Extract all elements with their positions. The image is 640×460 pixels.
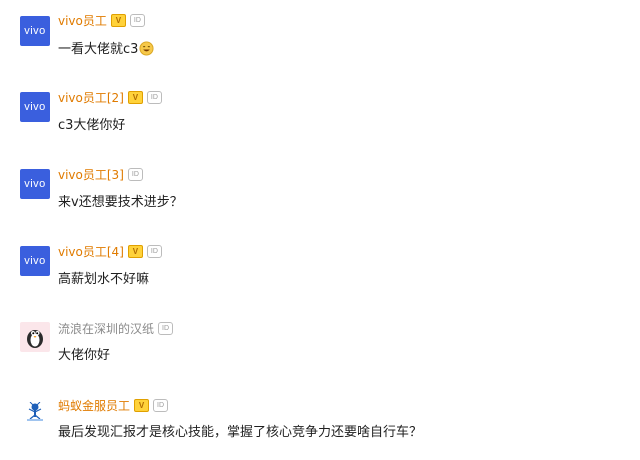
comment-text: 最后发现汇报才是核心技能，掌握了核心竞争力还要啥自行车？ bbox=[58, 425, 423, 440]
avatar-logo-text: vivo bbox=[24, 101, 46, 113]
verified-badge-icon: V bbox=[127, 91, 143, 104]
username-link[interactable]: vivo员工[4] bbox=[58, 243, 124, 260]
comment-text: 高薪划水不好嘛 bbox=[58, 272, 150, 287]
avatar-logo-text: vivo bbox=[24, 178, 46, 190]
comment-text-row: 一看大佬就c3 bbox=[58, 38, 154, 60]
avatar[interactable] bbox=[20, 397, 50, 427]
id-badge-icon: ID bbox=[153, 399, 169, 412]
comment-item: 流浪在深圳的汉纸 ID 大佬你好 bbox=[0, 306, 640, 382]
comment-item: vivo vivo员工[2] V ID c3大佬你好 bbox=[0, 76, 640, 152]
username-link[interactable]: 流浪在深圳的汉纸 bbox=[58, 320, 154, 337]
comment-item: vivo vivo员工[3] ID 来v还想要技术进步？ bbox=[0, 153, 640, 229]
avatar-logo-text: vivo bbox=[24, 255, 46, 267]
verified-badge-icon: V bbox=[110, 14, 126, 27]
verified-badge-icon: V bbox=[134, 399, 150, 412]
id-badge-icon: ID bbox=[146, 91, 162, 104]
username-link[interactable]: vivo员工[2] bbox=[58, 89, 124, 106]
ant-mascot-icon bbox=[27, 402, 43, 421]
id-badge-icon: ID bbox=[158, 322, 174, 335]
avatar[interactable]: vivo bbox=[20, 246, 50, 276]
penguin-icon bbox=[27, 330, 43, 348]
comment-text: 大佬你好 bbox=[58, 348, 111, 363]
avatar[interactable] bbox=[20, 322, 50, 352]
avatar[interactable]: vivo bbox=[20, 169, 50, 199]
comment-item: vivo vivo员工[4] V ID 高薪划水不好嘛 bbox=[0, 230, 640, 306]
username-link[interactable]: vivo员工[3] bbox=[58, 166, 124, 183]
avatar-logo-text: vivo bbox=[24, 25, 46, 37]
username-link[interactable]: vivo员工 bbox=[58, 12, 107, 29]
avatar[interactable]: vivo bbox=[20, 16, 50, 46]
comment-text: 一看大佬就c3 bbox=[58, 42, 139, 57]
username-link[interactable]: 蚂蚁金服员工 bbox=[58, 397, 130, 414]
id-badge-icon: ID bbox=[127, 168, 143, 181]
comment-item: 蚂蚁金服员工 V ID 最后发现汇报才是核心技能，掌握了核心竞争力还要啥自行车？ bbox=[0, 383, 640, 459]
id-badge-icon: ID bbox=[146, 245, 162, 258]
comment-item: vivo vivo员工 V ID 一看大佬就c3 bbox=[0, 0, 640, 76]
grinning-emoji-icon bbox=[139, 41, 154, 60]
id-badge-icon: ID bbox=[129, 14, 145, 27]
avatar[interactable]: vivo bbox=[20, 92, 50, 122]
comment-text: c3大佬你好 bbox=[58, 118, 126, 133]
verified-badge-icon: V bbox=[127, 245, 143, 258]
comment-text: 来v还想要技术进步？ bbox=[58, 195, 183, 210]
